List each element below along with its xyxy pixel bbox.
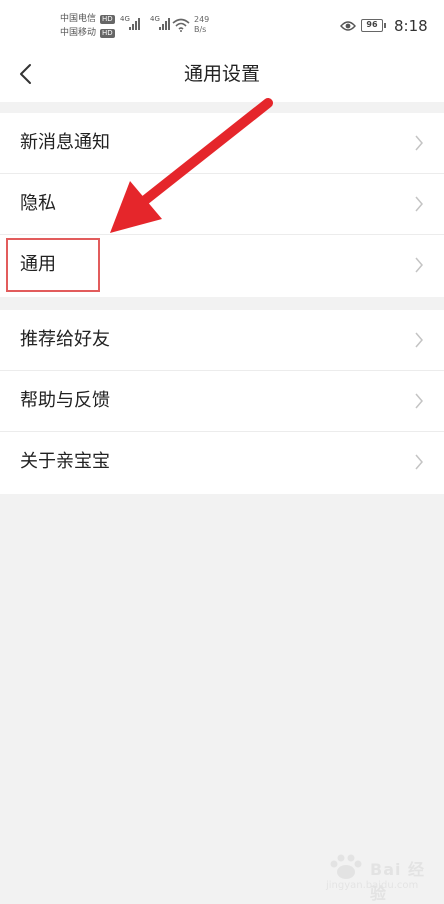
settings-screen: 中国电信 HD 中国移动 HD 4G 4G 249 B/s 96 8:18 通用… xyxy=(0,0,444,904)
carrier-2-label: 中国移动 xyxy=(60,28,97,38)
nav-bar: 通用设置 xyxy=(0,48,444,102)
menu-item-label: 新消息通知 xyxy=(20,132,110,153)
menu-item-label: 隐私 xyxy=(20,193,56,214)
signal-icon: 4G xyxy=(120,16,140,30)
speed-unit: B/s xyxy=(194,25,207,34)
wifi-icon xyxy=(172,18,190,32)
speed-value: 249 xyxy=(194,15,210,24)
settings-group-2: 推荐给好友 帮助与反馈 关于亲宝宝 xyxy=(0,310,444,494)
carrier-info: 中国电信 HD 中国移动 HD xyxy=(60,12,115,40)
chevron-right-icon xyxy=(415,196,423,212)
menu-item-privacy[interactable]: 隐私 xyxy=(0,174,444,235)
menu-item-new-message-notification[interactable]: 新消息通知 xyxy=(0,113,444,174)
hd-badge: HD xyxy=(100,14,115,24)
menu-item-general[interactable]: 通用 xyxy=(0,235,444,297)
signal-indicators: 4G 4G xyxy=(120,16,170,30)
chevron-right-icon xyxy=(415,393,423,409)
watermark: Bai 经验 jingyan.baidu.com xyxy=(322,848,432,903)
paw-logo-icon xyxy=(330,854,362,879)
signal-icon: 4G xyxy=(150,16,170,30)
menu-item-label: 推荐给好友 xyxy=(20,329,110,350)
menu-item-help-feedback[interactable]: 帮助与反馈 xyxy=(0,371,444,432)
eye-icon xyxy=(340,21,356,31)
chevron-right-icon xyxy=(415,454,423,470)
menu-item-label: 关于亲宝宝 xyxy=(20,451,110,472)
status-bar: 中国电信 HD 中国移动 HD 4G 4G 249 B/s 96 8:18 xyxy=(0,0,444,48)
menu-item-label: 通用 xyxy=(20,254,56,275)
chevron-right-icon xyxy=(415,332,423,348)
chevron-right-icon xyxy=(415,257,423,273)
network-speed: 249 B/s xyxy=(194,15,209,35)
page-title: 通用设置 xyxy=(183,63,260,85)
carrier-1-label: 中国电信 xyxy=(60,14,97,24)
watermark-url: jingyan.baidu.com xyxy=(326,880,419,891)
menu-item-about[interactable]: 关于亲宝宝 xyxy=(0,432,444,494)
menu-item-recommend-to-friends[interactable]: 推荐给好友 xyxy=(0,310,444,371)
status-time: 8:18 xyxy=(394,17,428,35)
battery-indicator: 96 xyxy=(361,19,386,32)
menu-item-label: 帮助与反馈 xyxy=(20,390,110,411)
hd-badge: HD xyxy=(100,28,115,38)
settings-group-1: 新消息通知 隐私 通用 xyxy=(0,113,444,297)
chevron-right-icon xyxy=(415,135,423,151)
